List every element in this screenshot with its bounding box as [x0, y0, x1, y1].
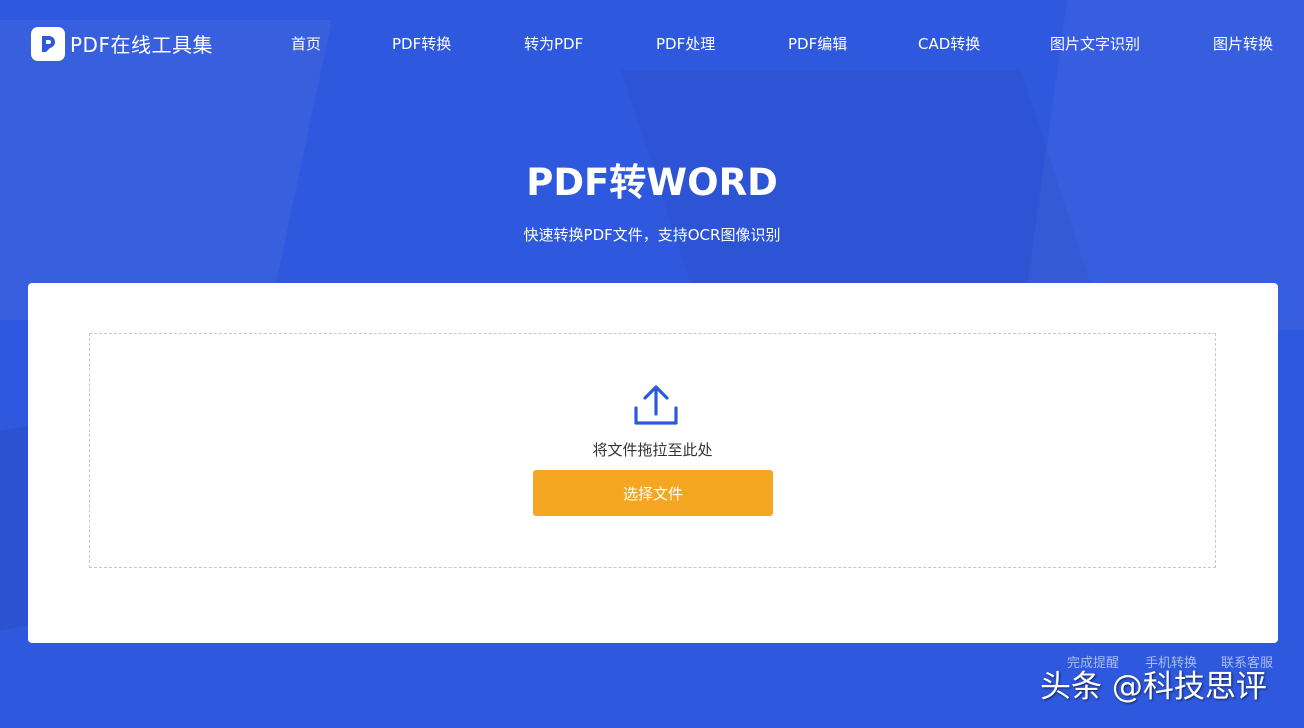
nav-pdf-process[interactable]: PDF处理 [656, 32, 715, 56]
main-nav: 首页 PDF转换 转为PDF PDF处理 PDF编辑 CAD转换 图片文字识别 … [0, 32, 1304, 56]
nav-home[interactable]: 首页 [291, 32, 321, 56]
page-subtitle: 快速转换PDF文件，支持OCR图像识别 [523, 226, 781, 244]
upload-icon [634, 385, 678, 425]
watermark-text: 头条 @科技思评 [1040, 669, 1267, 705]
nav-pdf-convert[interactable]: PDF转换 [392, 32, 451, 56]
nav-to-pdf[interactable]: 转为PDF [524, 32, 583, 56]
select-file-label: 选择文件 [622, 484, 683, 503]
file-dropzone[interactable]: 将文件拖拉至此处 选择文件 [89, 333, 1216, 568]
page-title: PDF转WORD [526, 161, 778, 204]
nav-pdf-edit[interactable]: PDF编辑 [788, 32, 847, 56]
dropzone-hint: 将文件拖拉至此处 [592, 441, 713, 459]
nav-image-ocr[interactable]: 图片文字识别 [1050, 32, 1140, 56]
nav-cad-convert[interactable]: CAD转换 [918, 32, 980, 56]
upload-card: 将文件拖拉至此处 选择文件 [28, 283, 1278, 643]
nav-image-convert[interactable]: 图片转换 [1213, 32, 1273, 56]
site-header: PDF在线工具集 首页 PDF转换 转为PDF PDF处理 PDF编辑 CAD转… [0, 0, 1304, 86]
select-file-button[interactable]: 选择文件 [533, 470, 773, 516]
